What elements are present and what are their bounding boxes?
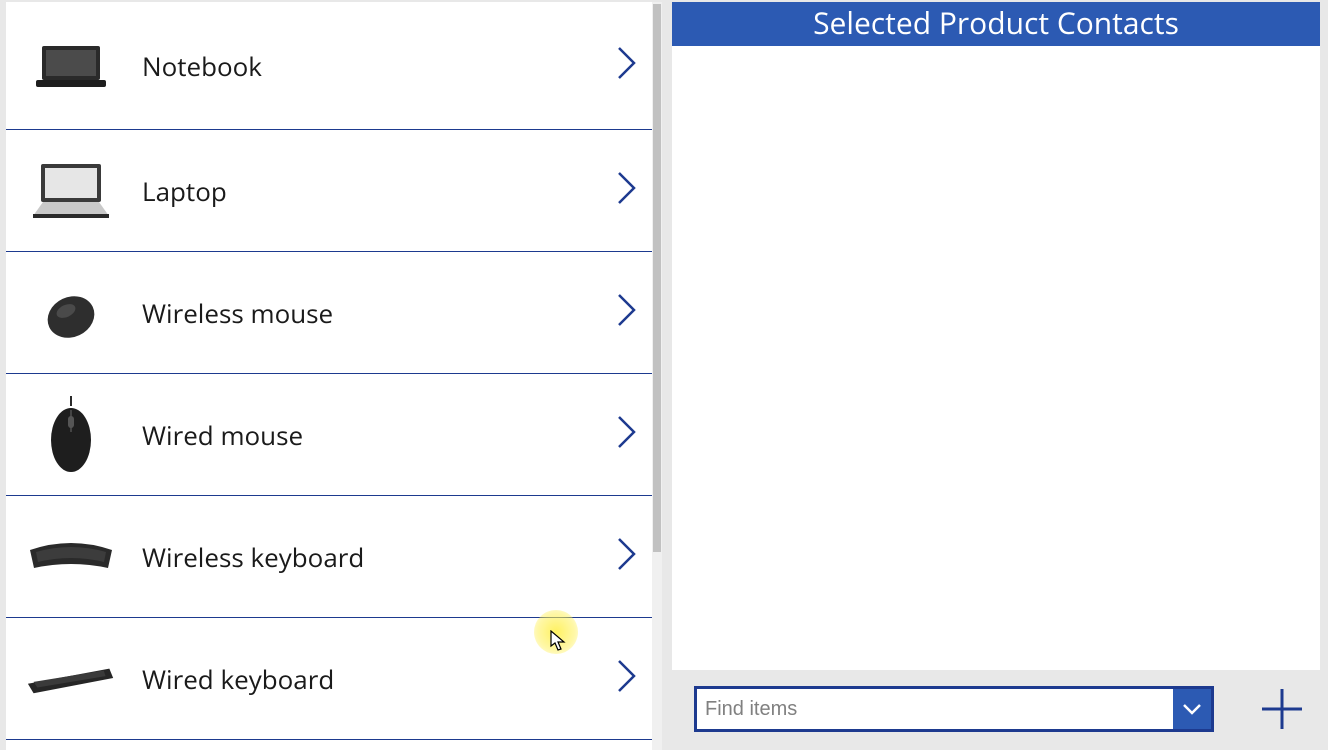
add-button[interactable] xyxy=(1256,683,1308,735)
wireless-mouse-thumb-icon xyxy=(26,278,116,348)
chevron-down-icon xyxy=(1181,701,1203,717)
products-panel: Notebook Laptop xyxy=(6,2,654,750)
combobox-dropdown-button[interactable] xyxy=(1173,689,1211,729)
bottom-bar xyxy=(672,670,1320,748)
product-row-wireless-keyboard[interactable]: Wireless keyboard xyxy=(6,496,654,618)
product-row-wired-mouse[interactable]: Wired mouse xyxy=(6,374,654,496)
laptop-thumb-icon xyxy=(26,156,116,226)
product-label: Laptop xyxy=(142,173,616,209)
contacts-panel: Selected Product Contacts xyxy=(654,0,1328,748)
contacts-body-empty xyxy=(672,46,1320,670)
product-label: Wireless mouse xyxy=(142,295,616,331)
product-label: Wired keyboard xyxy=(142,661,616,697)
product-row-notebook[interactable]: Notebook xyxy=(6,2,654,130)
plus-icon xyxy=(1258,685,1306,733)
chevron-right-icon xyxy=(616,45,638,86)
scrollbar-thumb[interactable] xyxy=(653,4,661,552)
product-row-wireless-mouse[interactable]: Wireless mouse xyxy=(6,252,654,374)
product-label: Wireless keyboard xyxy=(142,539,616,575)
chevron-right-icon xyxy=(616,536,638,577)
find-items-combobox[interactable] xyxy=(694,686,1214,732)
chevron-right-icon xyxy=(616,414,638,455)
notebook-thumb-icon xyxy=(26,31,116,101)
wired-keyboard-thumb-icon xyxy=(26,644,116,714)
product-row-laptop[interactable]: Laptop xyxy=(6,130,654,252)
contacts-header: Selected Product Contacts xyxy=(672,2,1320,46)
chevron-right-icon xyxy=(616,292,638,333)
scrollbar[interactable] xyxy=(652,2,662,750)
product-list: Notebook Laptop xyxy=(6,2,654,750)
product-label: Notebook xyxy=(142,48,616,84)
wireless-keyboard-thumb-icon xyxy=(26,522,116,592)
wired-mouse-thumb-icon xyxy=(26,400,116,470)
product-label: Wired mouse xyxy=(142,417,616,453)
product-row-wired-keyboard[interactable]: Wired keyboard xyxy=(6,618,654,740)
chevron-right-icon xyxy=(616,658,638,699)
find-items-input[interactable] xyxy=(697,689,1173,729)
chevron-right-icon xyxy=(616,170,638,211)
